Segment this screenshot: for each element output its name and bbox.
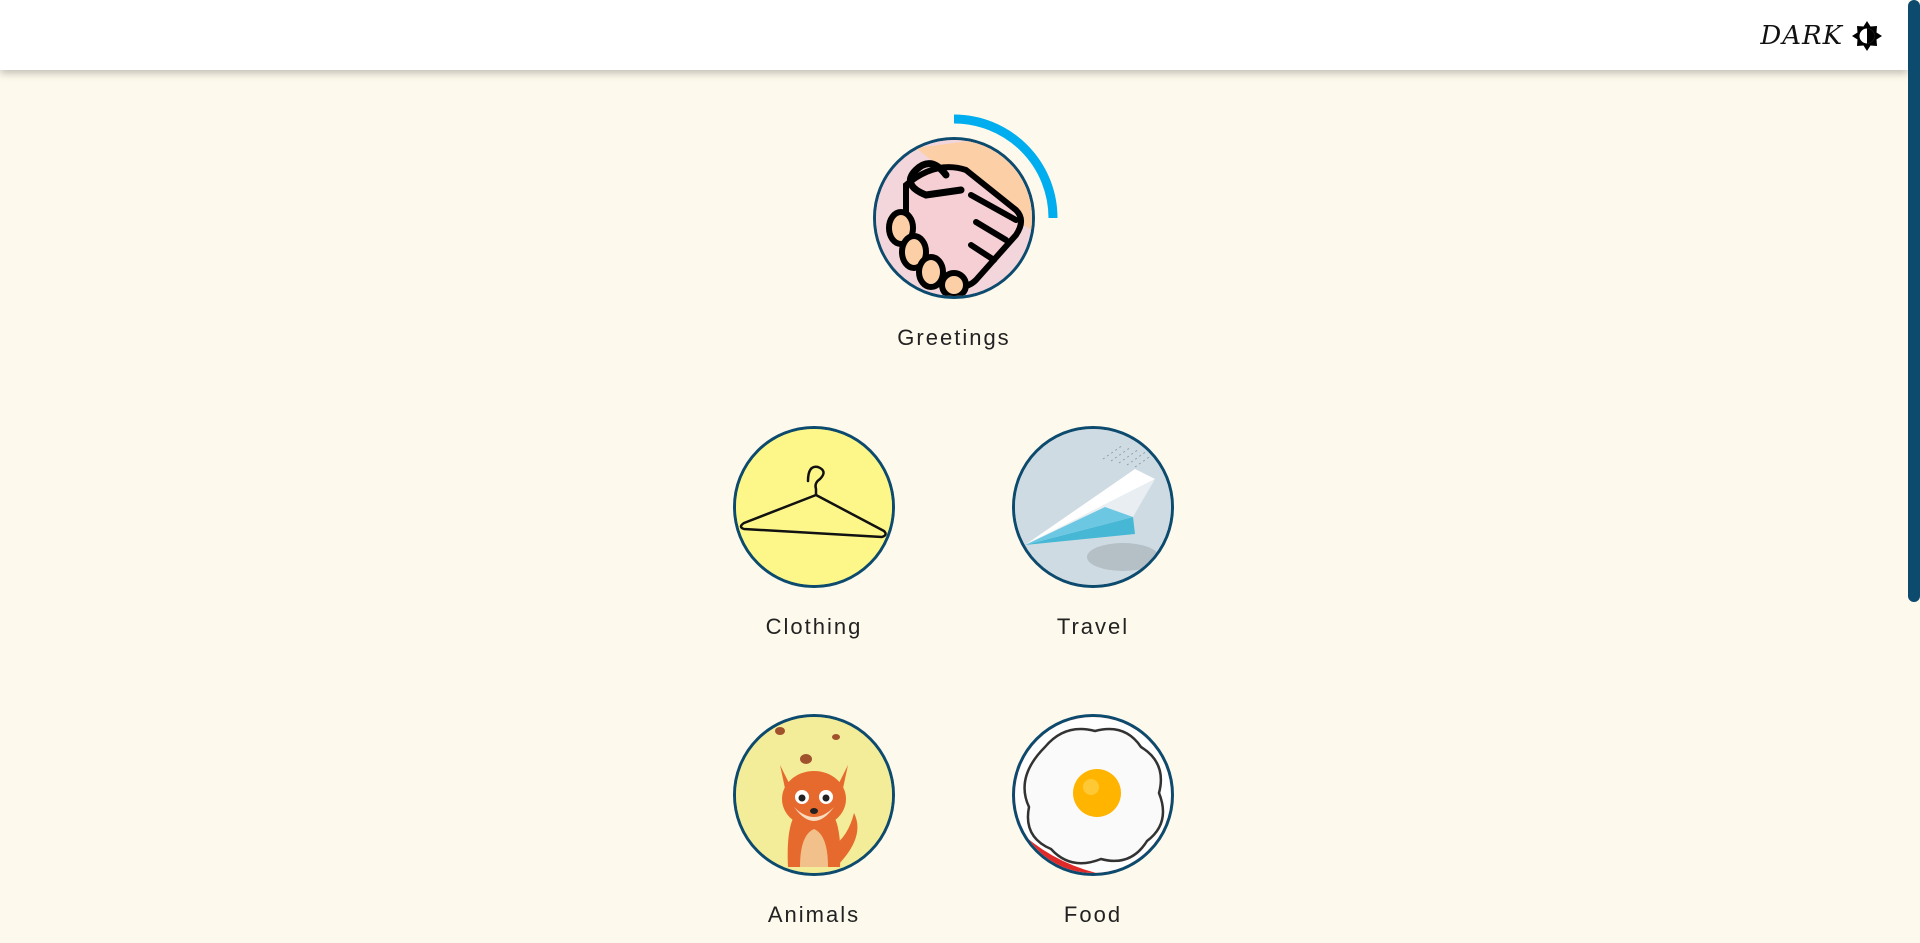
top-bar: DARK — [0, 0, 1908, 70]
handshake-icon — [876, 140, 1032, 296]
scrollbar-thumb[interactable] — [1908, 0, 1920, 602]
unit-travel-button[interactable] — [1012, 426, 1174, 588]
unit-food[interactable]: Food — [983, 714, 1203, 928]
unit-clothing-label: Clothing — [765, 614, 863, 639]
unit-travel[interactable]: Travel — [983, 426, 1203, 640]
unit-travel-label: Travel — [1056, 614, 1130, 639]
scrollbar[interactable] — [1908, 0, 1920, 943]
unit-animals-label: Animals — [767, 902, 861, 927]
fox-icon — [736, 717, 892, 873]
unit-animals-button[interactable] — [733, 714, 895, 876]
unit-clothing-button[interactable] — [733, 426, 895, 588]
unit-food-label: Food — [1063, 902, 1123, 927]
theme-toggle-label: DARK — [1760, 21, 1843, 51]
hanger-icon — [736, 429, 892, 585]
unit-clothing[interactable]: Clothing — [704, 426, 924, 640]
paper-plane-icon — [1015, 429, 1171, 585]
theme-toggle-button[interactable]: DARK — [1760, 18, 1883, 54]
unit-greetings-button[interactable] — [873, 137, 1035, 299]
unit-animals[interactable]: Animals — [704, 714, 924, 928]
fried-egg-icon — [1015, 717, 1171, 873]
unit-food-button[interactable] — [1012, 714, 1174, 876]
unit-greetings[interactable]: Greetings — [844, 114, 1064, 351]
brightness-contrast-icon — [1852, 21, 1882, 51]
unit-greetings-label: Greetings — [897, 325, 1011, 350]
